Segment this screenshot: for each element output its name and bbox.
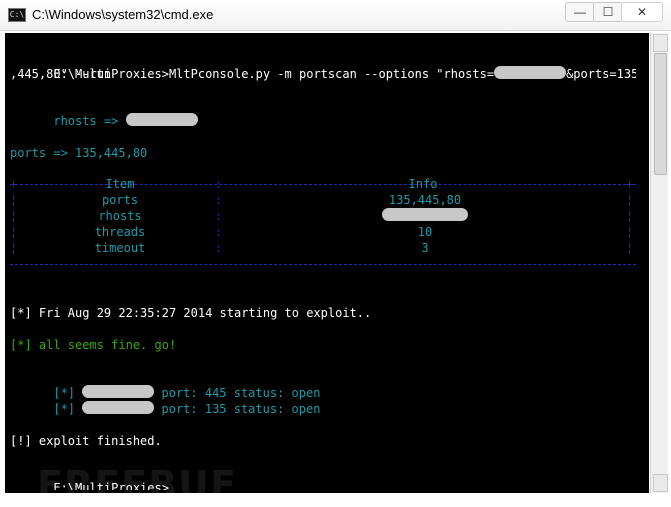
all-fine-line: [*] all seems fine. go! [10, 338, 177, 352]
window-title: C:\Windows\system32\cmd.exe [32, 7, 214, 22]
rhosts-label: rhosts => [53, 114, 126, 128]
row-info-timeout: 3 [421, 241, 429, 255]
row-border-right: ¦ [626, 241, 634, 255]
maximize-button[interactable]: ☐ [593, 2, 623, 22]
result-line: [*] port: 135 status: open [10, 385, 320, 433]
table-right-edge: + [626, 177, 634, 191]
result-suffix: port: 135 status: open [154, 402, 321, 416]
row-border-right: ¦ [626, 193, 634, 207]
row-info-rhosts [382, 208, 468, 224]
row-sep: : [215, 241, 223, 255]
row-item-timeout: timeout [94, 241, 146, 255]
header-separator: : [215, 177, 223, 191]
ports-line: ports => 135,445,80 [10, 146, 148, 160]
vertical-scrollbar[interactable] [650, 33, 668, 493]
row-border-right: ¦ [626, 209, 634, 223]
close-button[interactable]: ✕ [621, 2, 663, 22]
header-item: Item [105, 177, 135, 191]
redacted-host [494, 66, 567, 79]
finished-line: [!] exploit finished. [10, 434, 162, 448]
exploit-start-line: [*] Fri Aug 29 22:35:27 2014 starting to… [10, 306, 372, 320]
command-line-continued: ,445,80" --run [10, 67, 112, 81]
minimize-button[interactable]: — [565, 2, 595, 22]
row-border-left: ¦ [10, 209, 18, 223]
scroll-down-button[interactable] [653, 474, 668, 492]
options-table: + Item : Info + ¦ ports : 135,445,80 ¦ ¦… [10, 177, 636, 272]
command-text-a: E:\MultiProxies>MltPconsole.py -m portsc… [53, 67, 495, 81]
row-border-left: ¦ [10, 193, 18, 207]
cmd-app-icon: C:\ [8, 8, 26, 22]
terminal-output: E:\MultiProxies>MltPconsole.py -m portsc… [10, 50, 636, 490]
row-sep: : [215, 209, 223, 223]
minimize-icon: — [574, 5, 586, 19]
row-info-threads: 10 [417, 225, 433, 239]
title-bar[interactable]: C:\ C:\Windows\system32\cmd.exe — ☐ ✕ [0, 0, 671, 31]
row-info-ports: 135,445,80 [388, 193, 462, 207]
row-border-left: ¦ [10, 225, 18, 239]
row-item-threads: threads [94, 225, 146, 239]
result-prefix: [*] [53, 402, 83, 416]
row-item-ports: ports [101, 193, 139, 207]
scrollbar-thumb[interactable] [654, 53, 667, 175]
command-text-b: &ports=135 [566, 67, 636, 81]
redacted-rhosts-info [382, 208, 468, 221]
cmd-window: C:\ C:\Windows\system32\cmd.exe — ☐ ✕ E:… [0, 0, 671, 507]
row-sep: : [215, 193, 223, 207]
watermark: FREEBUF [37, 463, 237, 507]
header-info: Info [408, 177, 438, 191]
scroll-up-button[interactable] [653, 34, 668, 52]
row-border-right: ¦ [626, 225, 634, 239]
table-bottom-border [10, 264, 636, 265]
maximize-icon: ☐ [602, 5, 614, 19]
close-icon: ✕ [636, 5, 648, 19]
row-sep: : [215, 225, 223, 239]
table-left-edge: + [10, 177, 18, 191]
row-item-rhosts: rhosts [98, 209, 142, 223]
row-border-left: ¦ [10, 241, 18, 255]
redacted-result-host [82, 401, 155, 414]
rhosts-line: rhosts => [10, 97, 198, 145]
redacted-rhosts [125, 113, 198, 126]
